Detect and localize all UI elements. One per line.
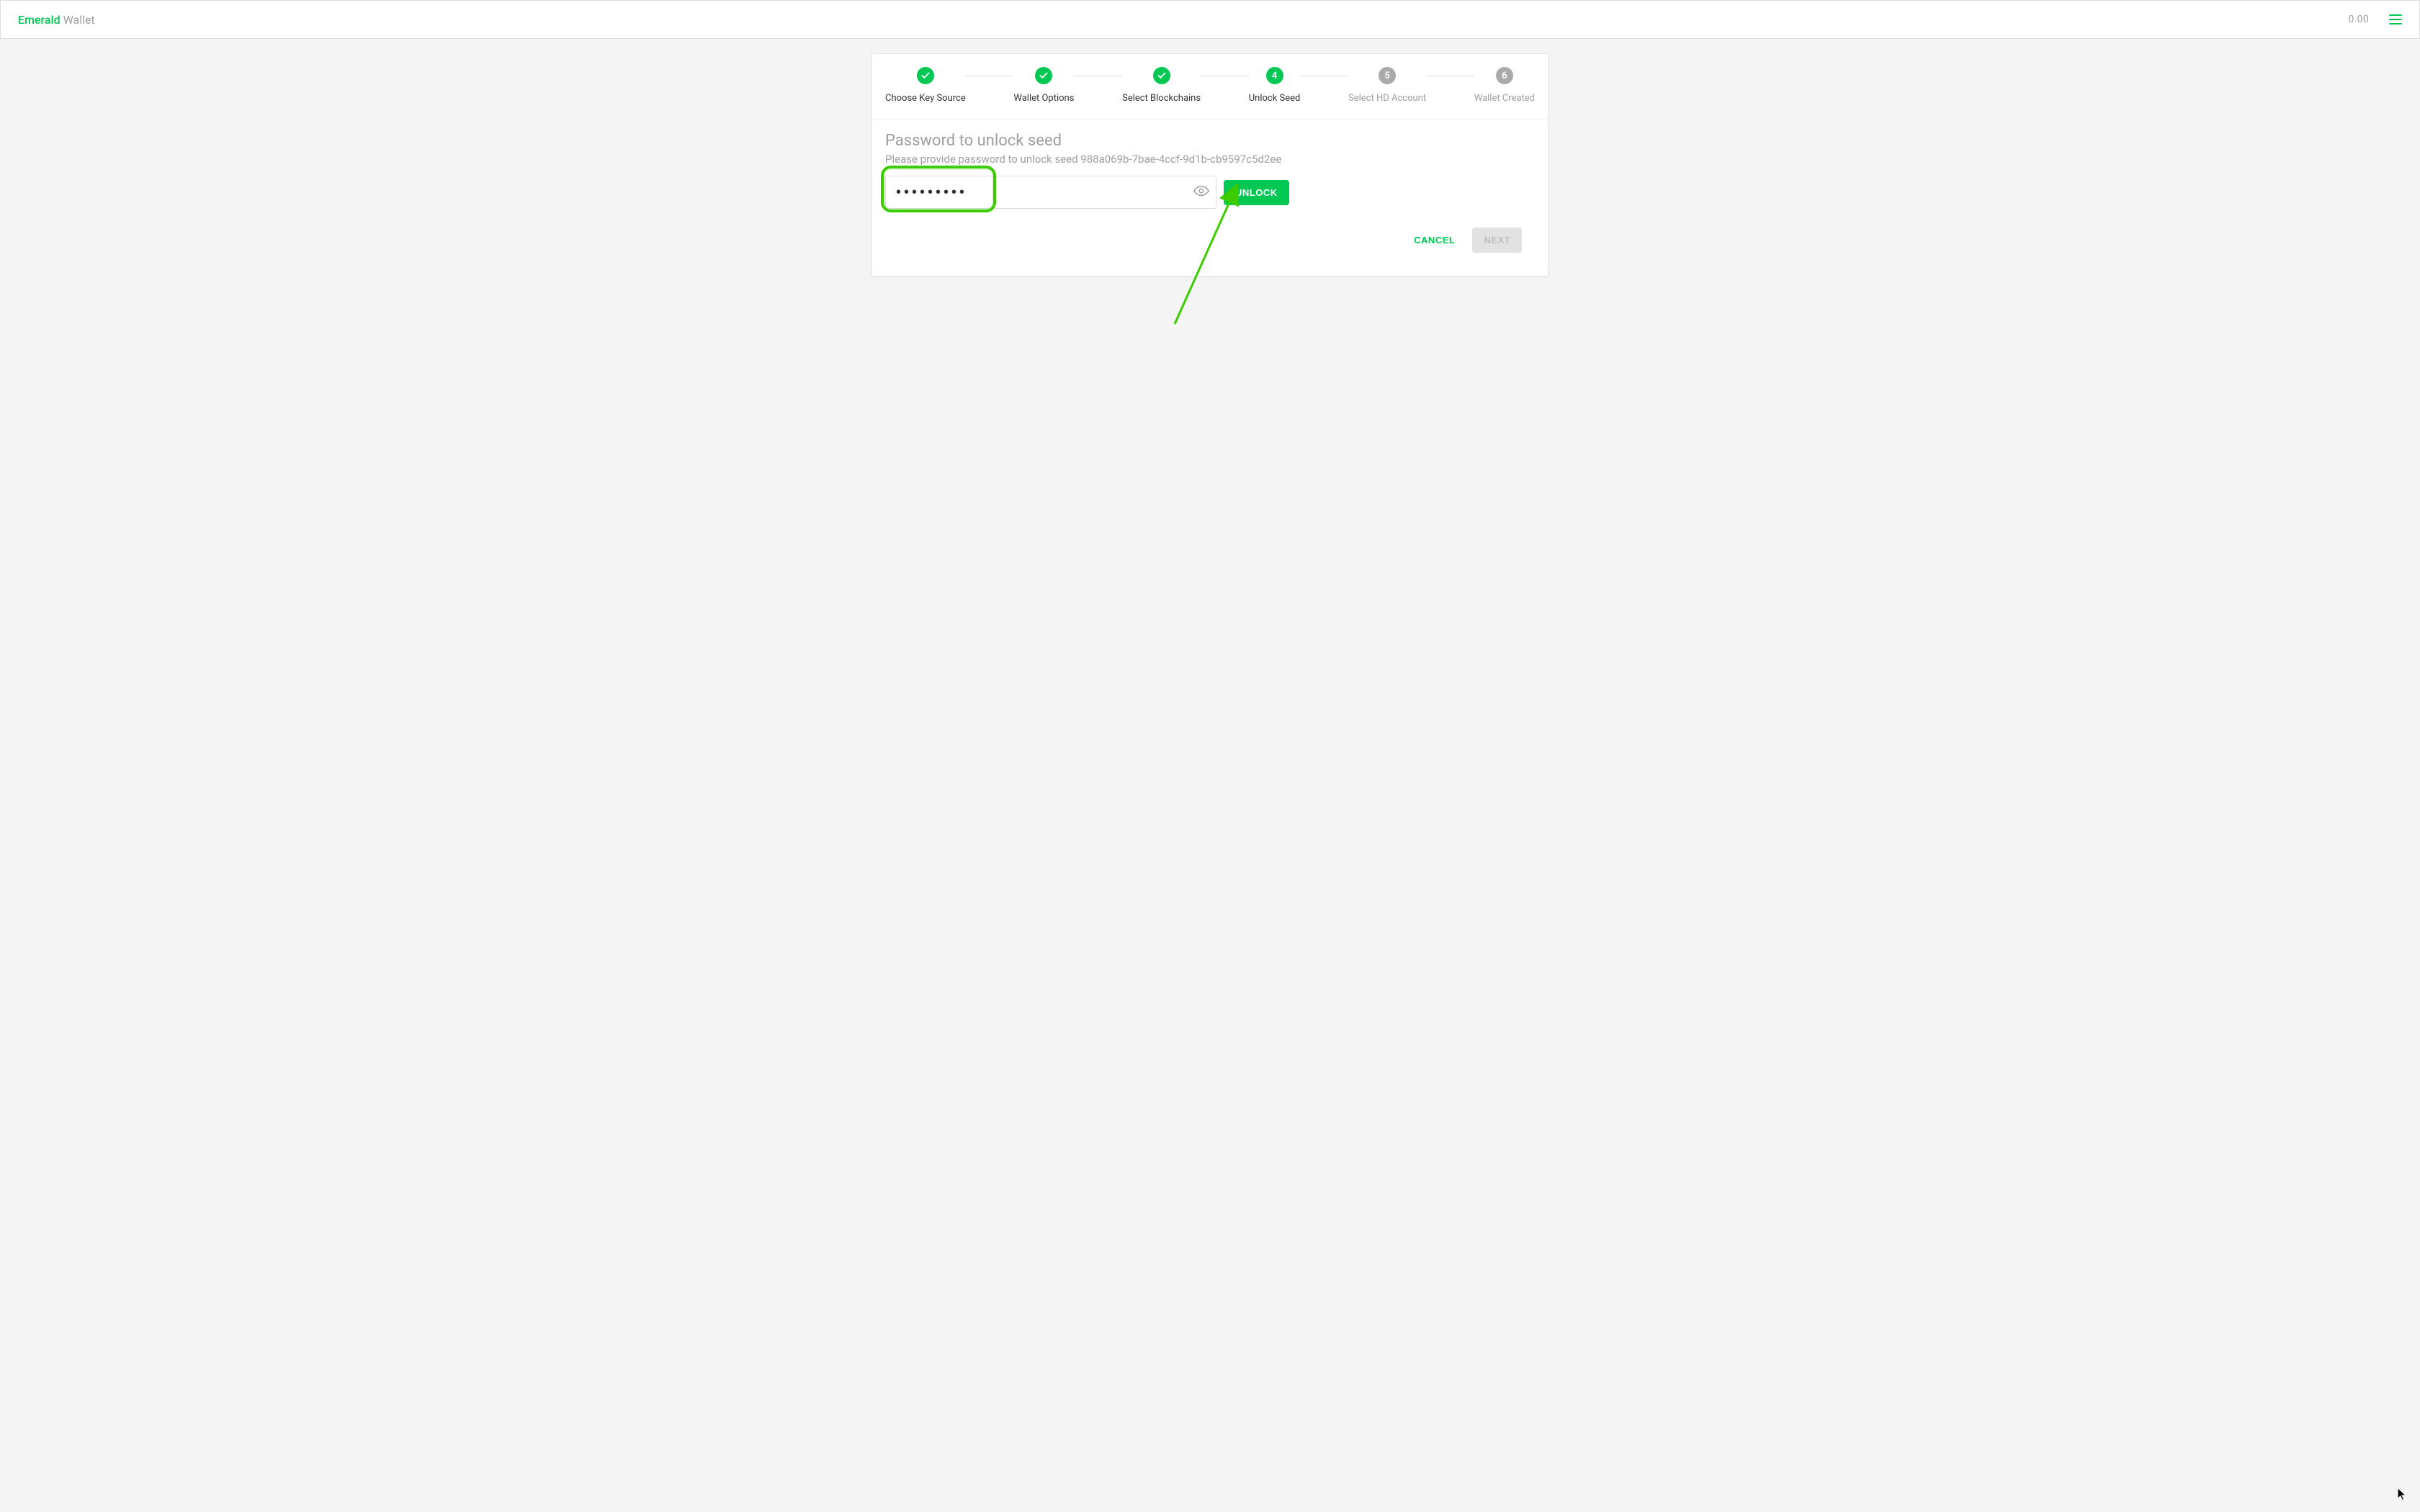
step-number-badge: 4 <box>1266 67 1283 84</box>
cancel-button[interactable]: CANCEL <box>1402 228 1466 253</box>
check-icon <box>917 67 934 84</box>
section-subtitle: Please provide password to unlock seed 9… <box>885 153 1535 166</box>
step-wallet-created: 6 Wallet Created <box>1474 67 1535 104</box>
check-icon <box>1035 67 1052 84</box>
app-header: Emerald Wallet 0.00 <box>0 0 2420 39</box>
step-label: Wallet Options <box>1013 93 1074 104</box>
wizard-card: Choose Key Source Wallet Options Select … <box>871 53 1549 276</box>
balance-display: 0.00 <box>2349 14 2370 25</box>
step-unlock-seed: 4 Unlock Seed <box>1249 67 1301 104</box>
step-label: Unlock Seed <box>1249 93 1301 104</box>
step-number-badge: 6 <box>1496 67 1513 84</box>
app-brand: Emerald Wallet <box>18 13 95 27</box>
stepper: Choose Key Source Wallet Options Select … <box>872 54 1548 120</box>
step-number-badge: 5 <box>1379 67 1396 84</box>
step-select-hd-account: 5 Select HD Account <box>1348 67 1426 104</box>
step-wallet-options: Wallet Options <box>1013 67 1074 104</box>
menu-icon[interactable] <box>2389 14 2402 24</box>
check-icon <box>1153 67 1170 84</box>
step-label: Select HD Account <box>1348 93 1426 104</box>
brand-primary: Emerald <box>18 13 60 27</box>
step-label: Select Blockchains <box>1122 93 1201 104</box>
brand-secondary: Wallet <box>60 13 95 27</box>
cursor-icon <box>2397 1488 2407 1502</box>
unlock-seed-section: Password to unlock seed Please provide p… <box>872 120 1548 276</box>
annotation-highlight <box>881 166 996 212</box>
step-label: Choose Key Source <box>885 93 966 104</box>
next-button[interactable]: NEXT <box>1472 228 1522 253</box>
step-select-blockchains: Select Blockchains <box>1122 67 1201 104</box>
section-title: Password to unlock seed <box>885 132 1535 150</box>
annotation-arrow-icon <box>1168 184 1254 328</box>
step-choose-key-source: Choose Key Source <box>885 67 966 104</box>
step-label: Wallet Created <box>1474 93 1535 104</box>
